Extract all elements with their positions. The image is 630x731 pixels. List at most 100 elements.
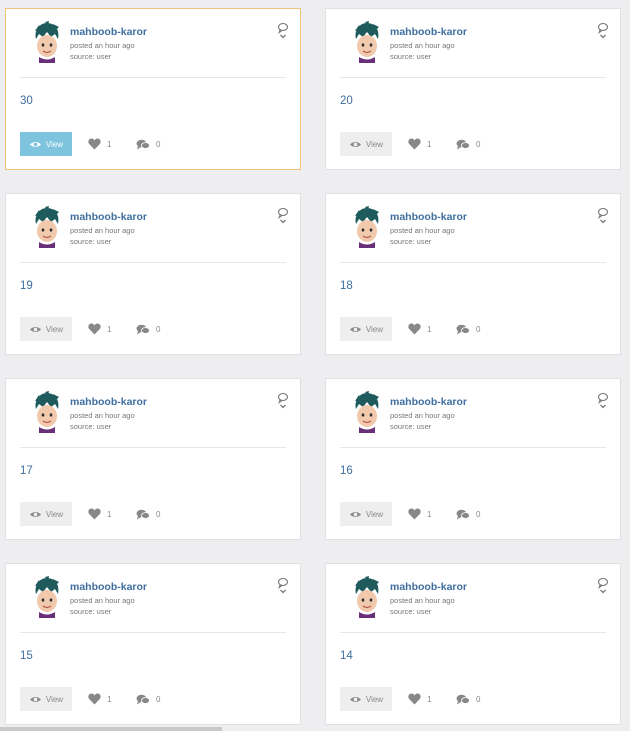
- posted-time: posted an hour ago: [390, 596, 455, 605]
- view-button-label: View: [45, 509, 64, 519]
- view-button-label: View: [365, 324, 384, 334]
- posted-time: posted an hour ago: [70, 41, 135, 50]
- post-card: mahboob-karor posted an hour ago source:…: [5, 563, 301, 725]
- comments-button[interactable]: 0: [136, 139, 160, 150]
- eye-icon: [349, 141, 361, 147]
- comment-dropdown-icon[interactable]: [277, 207, 289, 225]
- view-button[interactable]: View: [340, 502, 392, 526]
- avatar: [35, 576, 59, 618]
- like-count: 1: [107, 324, 112, 334]
- post-source: source: user: [70, 237, 112, 246]
- comments-button[interactable]: 0: [456, 694, 480, 705]
- comment-dropdown-icon[interactable]: [597, 22, 609, 40]
- author-name[interactable]: mahboob-karor: [70, 396, 147, 408]
- comments-button[interactable]: 0: [136, 509, 160, 520]
- view-button-label: View: [365, 509, 384, 519]
- view-button-label: View: [365, 139, 384, 149]
- like-button[interactable]: 1: [408, 508, 431, 520]
- like-button[interactable]: 1: [88, 508, 111, 520]
- like-button[interactable]: 1: [408, 693, 431, 705]
- view-button-label: View: [45, 324, 64, 334]
- like-button[interactable]: 1: [88, 138, 111, 150]
- like-button[interactable]: 1: [408, 323, 431, 335]
- comments-button[interactable]: 0: [456, 509, 480, 520]
- eye-icon: [349, 326, 361, 332]
- post-title[interactable]: 14: [340, 650, 353, 662]
- posted-time: posted an hour ago: [390, 411, 455, 420]
- comment-dropdown-icon[interactable]: [597, 392, 609, 410]
- view-button[interactable]: View: [20, 132, 72, 156]
- comment-count: 0: [156, 510, 161, 519]
- comment-count: 0: [156, 140, 161, 149]
- post-title[interactable]: 30: [20, 95, 33, 107]
- post-title[interactable]: 19: [20, 280, 33, 292]
- post-title[interactable]: 15: [20, 650, 33, 662]
- like-button[interactable]: 1: [88, 323, 111, 335]
- comments-button[interactable]: 0: [456, 324, 480, 335]
- like-count: 1: [427, 324, 432, 334]
- comment-dropdown-icon[interactable]: [597, 207, 609, 225]
- comments-button[interactable]: 0: [136, 324, 160, 335]
- horizontal-scrollbar[interactable]: [0, 727, 222, 731]
- eye-icon: [349, 696, 361, 702]
- author-name[interactable]: mahboob-karor: [390, 26, 467, 38]
- divider: [340, 632, 606, 633]
- divider: [340, 77, 606, 78]
- divider: [20, 77, 286, 78]
- like-count: 1: [107, 509, 112, 519]
- view-button[interactable]: View: [20, 502, 72, 526]
- posted-time: posted an hour ago: [70, 596, 135, 605]
- view-button[interactable]: View: [20, 687, 72, 711]
- post-title[interactable]: 16: [340, 465, 353, 477]
- post-source: source: user: [70, 52, 112, 61]
- author-name[interactable]: mahboob-karor: [70, 211, 147, 223]
- post-card: mahboob-karor posted an hour ago source:…: [325, 193, 621, 355]
- author-name[interactable]: mahboob-karor: [390, 396, 467, 408]
- heart-icon: [88, 323, 101, 335]
- post-card: mahboob-karor posted an hour ago source:…: [325, 378, 621, 540]
- comments-icon: [136, 509, 150, 520]
- comment-dropdown-icon[interactable]: [597, 577, 609, 595]
- posted-time: posted an hour ago: [70, 411, 135, 420]
- comment-dropdown-icon[interactable]: [277, 392, 289, 410]
- post-title[interactable]: 17: [20, 465, 33, 477]
- comments-button[interactable]: 0: [456, 139, 480, 150]
- post-card: mahboob-karor posted an hour ago source:…: [325, 563, 621, 725]
- view-button[interactable]: View: [340, 132, 392, 156]
- view-button[interactable]: View: [340, 317, 392, 341]
- comment-count: 0: [476, 325, 481, 334]
- divider: [20, 447, 286, 448]
- comment-dropdown-icon[interactable]: [277, 577, 289, 595]
- author-name[interactable]: mahboob-karor: [70, 26, 147, 38]
- comments-button[interactable]: 0: [136, 694, 160, 705]
- comments-icon: [456, 324, 470, 335]
- comments-icon: [456, 509, 470, 520]
- like-count: 1: [107, 694, 112, 704]
- view-button-label: View: [365, 694, 384, 704]
- post-title[interactable]: 20: [340, 95, 353, 107]
- eye-icon: [29, 696, 41, 702]
- comments-icon: [136, 324, 150, 335]
- heart-icon: [88, 138, 101, 150]
- post-source: source: user: [390, 422, 432, 431]
- comments-icon: [136, 139, 150, 150]
- comments-icon: [136, 694, 150, 705]
- view-button[interactable]: View: [20, 317, 72, 341]
- post-grid: mahboob-karor posted an hour ago source:…: [0, 0, 630, 731]
- avatar: [35, 206, 59, 248]
- post-title[interactable]: 18: [340, 280, 353, 292]
- heart-icon: [408, 138, 421, 150]
- divider: [20, 632, 286, 633]
- view-button[interactable]: View: [340, 687, 392, 711]
- like-button[interactable]: 1: [88, 693, 111, 705]
- post-source: source: user: [390, 52, 432, 61]
- like-count: 1: [107, 139, 112, 149]
- like-button[interactable]: 1: [408, 138, 431, 150]
- avatar: [355, 206, 379, 248]
- posted-time: posted an hour ago: [390, 226, 455, 235]
- author-name[interactable]: mahboob-karor: [70, 581, 147, 593]
- post-card: mahboob-karor posted an hour ago source:…: [5, 378, 301, 540]
- comment-dropdown-icon[interactable]: [277, 22, 289, 40]
- author-name[interactable]: mahboob-karor: [390, 581, 467, 593]
- author-name[interactable]: mahboob-karor: [390, 211, 467, 223]
